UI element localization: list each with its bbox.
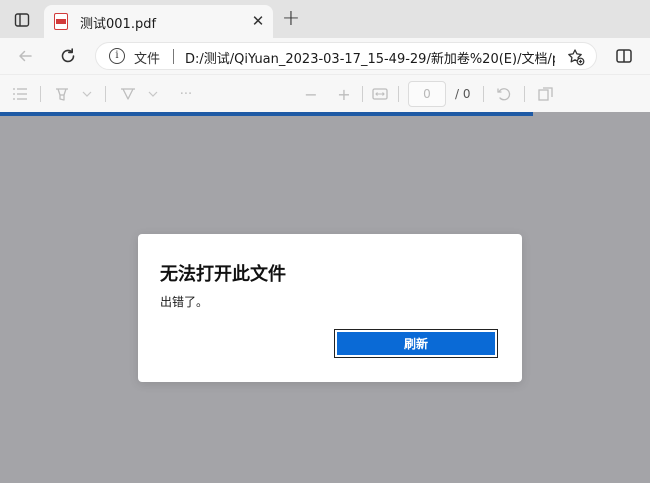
toolbar-divider (105, 86, 106, 102)
tab-title: 测试001.pdf (80, 17, 157, 32)
scheme-label: 文件 (134, 52, 161, 67)
page-total-label: / 0 (455, 87, 471, 101)
rotate-icon[interactable] (494, 84, 514, 104)
refresh-button[interactable] (54, 42, 82, 70)
add-favorite-icon[interactable] (566, 47, 586, 67)
active-tab[interactable]: 测试001.pdf ✕ (44, 5, 273, 38)
dialog-title: 无法打开此文件 (160, 264, 286, 285)
toolbar-divider (398, 86, 399, 102)
page-number-input[interactable]: 0 (408, 81, 446, 107)
more-options-icon[interactable]: ··· (176, 84, 196, 104)
refresh-button-label: 刷新 (337, 332, 495, 355)
tab-actions-icon[interactable] (8, 7, 36, 33)
zoom-in-icon[interactable]: + (335, 84, 353, 104)
pdf-file-icon (54, 13, 68, 30)
refresh-button[interactable]: 刷新 (334, 329, 498, 358)
highlight-options-chevron-icon[interactable] (80, 84, 94, 104)
loading-progress-bar (0, 112, 533, 116)
navigation-bar: i 文件 D:/测试/QiYuan_2023-03-17_15-49-29/新加… (0, 38, 650, 74)
refresh-icon (61, 48, 75, 63)
close-tab-icon[interactable]: ✕ (250, 13, 266, 29)
back-button[interactable] (11, 42, 39, 70)
address-bar[interactable]: i 文件 D:/测试/QiYuan_2023-03-17_15-49-29/新加… (95, 42, 597, 70)
dialog-message: 出错了。 (160, 295, 209, 309)
highlight-icon[interactable] (52, 84, 72, 104)
toolbar-divider (483, 86, 484, 102)
draw-options-chevron-icon[interactable] (146, 84, 160, 104)
pdf-toolbar: ··· − + 0 / 0 (0, 74, 650, 112)
split-screen-icon[interactable] (612, 44, 636, 68)
site-info-icon[interactable]: i (109, 48, 125, 64)
toolbar-divider (524, 86, 525, 102)
tab-strip: 测试001.pdf ✕ + (0, 0, 650, 38)
fit-to-page-icon[interactable] (370, 84, 390, 104)
contents-list-icon[interactable] (10, 84, 30, 104)
zoom-out-icon[interactable]: − (302, 84, 320, 104)
draw-icon[interactable] (118, 84, 138, 104)
new-tab-button[interactable]: + (278, 7, 304, 33)
address-separator (173, 49, 174, 64)
toolbar-divider (362, 86, 363, 102)
page-view-icon[interactable] (536, 84, 556, 104)
back-arrow-icon (19, 50, 32, 62)
toolbar-divider (40, 86, 41, 102)
error-dialog: 无法打开此文件 出错了。 刷新 (138, 234, 522, 382)
url-text[interactable]: D:/测试/QiYuan_2023-03-17_15-49-29/新加卷%20(… (185, 48, 555, 67)
